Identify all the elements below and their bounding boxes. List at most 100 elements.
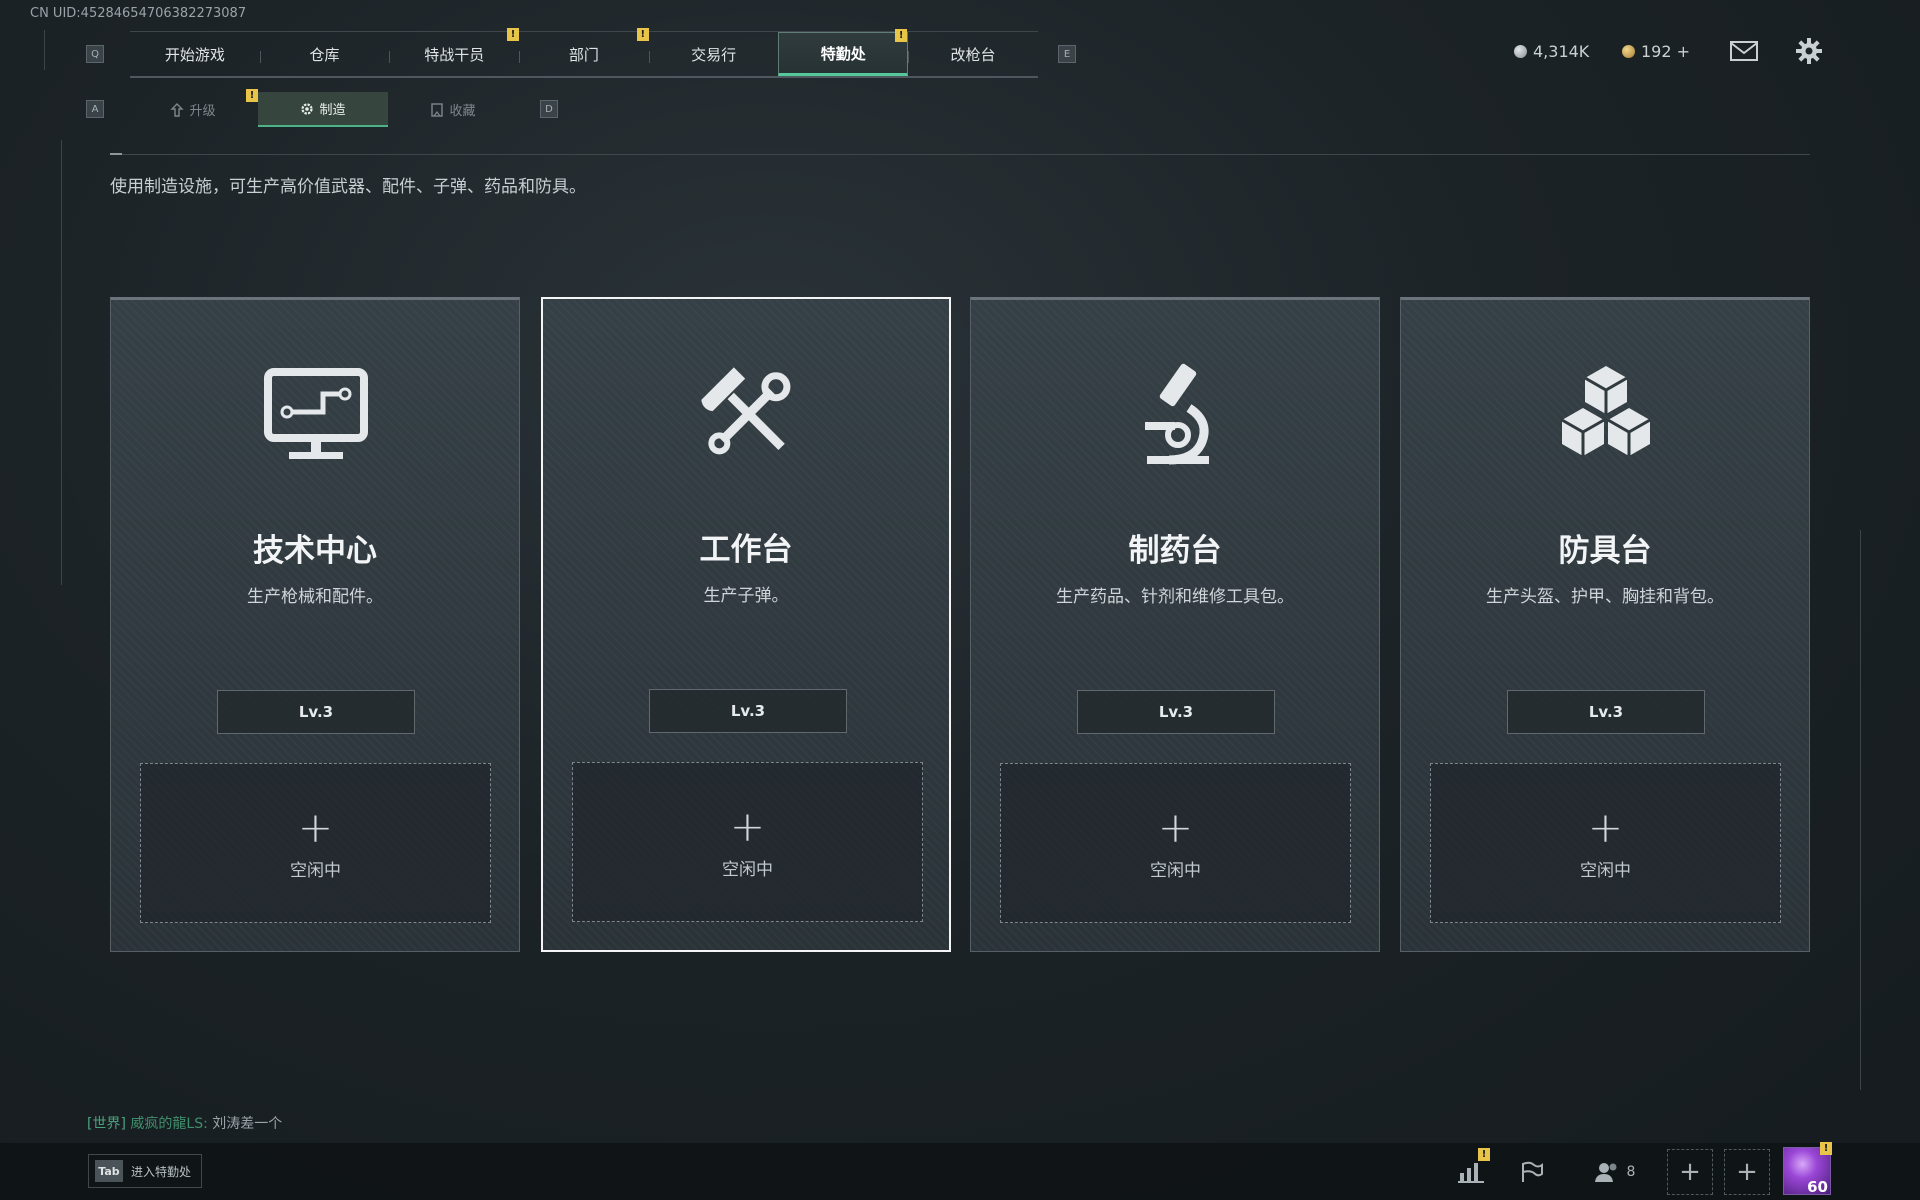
microscope-icon [1145,363,1209,465]
silver-coin-icon [1514,45,1527,58]
flag-icon [1522,1161,1543,1182]
player-level: 60 [1807,1178,1828,1196]
gold-amount: 192 + [1641,42,1691,61]
computer-icon [264,368,368,459]
tab-warehouse[interactable]: 仓库 [259,32,390,76]
facility-level: Lv.3 [1077,690,1275,734]
collection-icon [431,102,444,117]
alert-badge: ! [507,28,520,41]
tab-label: 特战干员 [424,45,485,64]
frame-decoration [1860,530,1861,1090]
gold-coin-icon [1622,45,1635,58]
friends-button[interactable]: 8 [1580,1148,1650,1196]
subtab-craft[interactable]: 制造 [258,92,388,127]
subtab-upgrade[interactable]: 升级 ! [128,89,258,127]
enter-special-ops-hint[interactable]: Tab 进入特勤处 [88,1154,203,1188]
tab-department[interactable]: 部门 ! [519,28,649,76]
tab-special-ops[interactable]: 特勤处 ! [778,29,909,76]
hammer-wrench-icon [701,367,791,455]
stats-button[interactable]: ! [1444,1148,1498,1196]
alert-badge: ! [1820,1142,1832,1155]
plus-icon: + [1679,1157,1701,1187]
facility-description: 生产药品、针剂和维修工具包。 [1056,587,1294,607]
tab-hint-label: 进入特勤处 [131,1164,192,1179]
tab-label: 改枪台 [950,45,996,64]
tab-trading[interactable]: 交易行 [648,32,779,76]
craft-gear-icon [301,102,314,115]
facility-description: 生产子弹。 [703,586,789,606]
tab-label: 特勤处 [820,44,866,63]
add-squad-slot-button[interactable]: + [1667,1149,1713,1195]
slot-status: 空闲中 [1150,860,1201,881]
upgrade-icon [170,102,185,117]
chat-sender: 威疯的龍LS: [130,1116,208,1132]
tab-key-hint: Tab [95,1160,123,1182]
tab-gunsmith[interactable]: 改枪台 [908,32,1038,76]
section-divider [110,154,1810,155]
tab-label: 部门 [568,45,599,64]
mail-icon[interactable] [1730,40,1758,66]
friends-icon [1594,1163,1617,1182]
friends-count: 8 [1626,1164,1636,1180]
slot-status: 空闲中 [1580,860,1631,881]
alert-badge: ! [895,29,908,42]
bar-chart-icon [1458,1163,1484,1183]
frame-decoration [61,140,62,585]
production-slot[interactable]: + 空闲中 [1000,763,1351,923]
player-avatar[interactable]: 60 ! [1783,1142,1832,1196]
next-subtab-key-hint: D [540,100,558,118]
facility-description: 生产枪械和配件。 [247,587,383,607]
chat-channel: [世界] [87,1116,126,1132]
gear-icon[interactable] [1796,38,1822,68]
facility-level: Lv.3 [1507,690,1705,734]
plus-icon: + [1157,802,1194,852]
alert-badge: ! [246,89,258,102]
plus-icon: + [729,801,766,851]
facility-description: 生产头盔、护甲、胸挂和背包。 [1486,587,1724,607]
section-divider-accent [110,153,122,155]
flag-button[interactable] [1505,1148,1559,1196]
facility-name: 技术中心 [253,533,377,569]
production-slot[interactable]: + 空闲中 [1430,763,1781,923]
gold-currency[interactable]: 192 + [1622,42,1690,61]
facility-card-workbench[interactable]: 工作台 生产子弹。 Lv.3 + 空闲中 [541,297,951,952]
tab-operators[interactable]: 特战干员 ! [389,28,520,76]
alert-badge: ! [1478,1148,1490,1161]
production-slot[interactable]: + 空闲中 [140,763,491,923]
user-uid: CN UID:45284654706382273087 [30,6,247,21]
plus-icon: + [297,802,334,852]
facility-card-tech-center[interactable]: 技术中心 生产枪械和配件。 Lv.3 + 空闲中 [110,297,520,952]
prev-subtab-key-hint: A [86,100,104,118]
tab-start-game[interactable]: 开始游戏 [130,32,260,76]
facility-name: 防具台 [1558,533,1652,569]
page-description: 使用制造设施，可生产高价值武器、配件、子弹、药品和防具。 [110,177,586,197]
slot-status: 空闲中 [722,859,773,880]
chat-message[interactable]: [世界] 威疯的龍LS: 刘涛差一个 [87,1113,282,1133]
tab-label: 仓库 [309,45,340,64]
subtab-collection[interactable]: 收藏 [388,92,518,127]
add-squad-slot-button[interactable]: + [1724,1149,1770,1195]
next-tab-key-hint: E [1058,45,1076,63]
slot-status: 空闲中 [290,860,341,881]
subtab-label: 制造 [319,103,346,118]
plus-icon: + [1736,1157,1758,1187]
facility-card-pharmacy[interactable]: 制药台 生产药品、针剂和维修工具包。 Lv.3 + 空闲中 [970,297,1380,952]
prev-tab-key-hint: Q [86,45,104,63]
facility-name: 制药台 [1128,533,1222,569]
facility-card-armor-bench[interactable]: 防具台 生产头盔、护甲、胸挂和背包。 Lv.3 + 空闲中 [1400,297,1810,952]
facility-level: Lv.3 [649,689,847,733]
silver-currency[interactable]: 4,314K [1514,42,1589,61]
plus-icon: + [1587,802,1624,852]
subtab-label: 升级 [189,104,216,119]
silver-amount: 4,314K [1533,42,1590,61]
main-nav: 开始游戏 仓库 特战干员 ! 部门 ! 交易行 特勤处 ! 改枪台 [130,28,1038,78]
tab-label: 开始游戏 [164,45,225,64]
frame-decoration [44,30,45,70]
facility-level: Lv.3 [217,690,415,734]
alert-badge: ! [636,28,649,41]
tab-label: 交易行 [691,45,737,64]
sub-nav: 升级 ! 制造 收藏 [128,89,518,127]
cubes-icon [1561,366,1651,456]
production-slot[interactable]: + 空闲中 [572,762,923,922]
facility-name: 工作台 [699,532,793,568]
